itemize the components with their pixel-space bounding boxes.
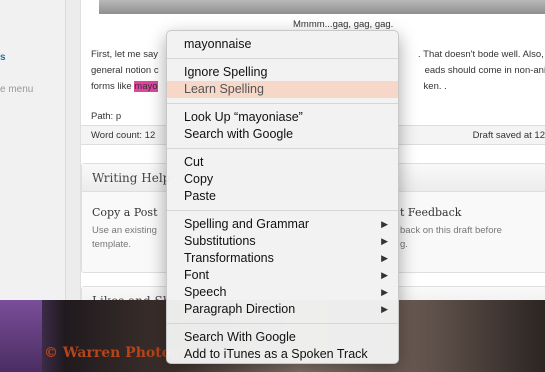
path-indicator: Path: p <box>91 111 122 122</box>
menu-separator <box>167 58 398 59</box>
copy-item[interactable]: Copy <box>167 171 398 188</box>
submenu-arrow-icon: ▶ <box>381 304 388 314</box>
admin-sidebar: s e menu <box>0 0 66 300</box>
submenu-arrow-icon: ▶ <box>381 270 388 280</box>
copy-post-title: Copy a Post <box>92 206 158 219</box>
submenu-arrow-icon: ▶ <box>381 253 388 263</box>
post-image <box>99 0 545 14</box>
cut-item[interactable]: Cut <box>167 154 398 171</box>
add-to-itunes-item[interactable]: Add to iTunes as a Spoken Track <box>167 346 398 363</box>
word-count: Word count: 12 <box>91 130 156 141</box>
context-menu: mayonnaise Ignore Spelling Learn Spellin… <box>166 30 399 364</box>
feedback-title: t Feedback <box>400 206 462 219</box>
menu-separator <box>167 210 398 211</box>
spelling-grammar-item[interactable]: Spelling and Grammar ▶ <box>167 216 398 233</box>
font-item[interactable]: Font ▶ <box>167 267 398 284</box>
suggestion-mayonnaise[interactable]: mayonnaise <box>167 36 398 53</box>
search-with-google-service-item[interactable]: Search With Google <box>167 329 398 346</box>
photo-edge <box>0 300 42 372</box>
collapse-menu-link[interactable]: e menu <box>0 84 33 95</box>
learn-spelling-item[interactable]: Learn Spelling <box>167 81 398 98</box>
transformations-item[interactable]: Transformations ▶ <box>167 250 398 267</box>
paste-item[interactable]: Paste <box>167 188 398 205</box>
draft-saved-status: Draft saved at 12 <box>472 130 545 141</box>
submenu-arrow-icon: ▶ <box>381 219 388 229</box>
ignore-spelling-item[interactable]: Ignore Spelling <box>167 64 398 81</box>
misspelled-word[interactable]: mayo <box>134 81 158 92</box>
menu-separator <box>167 323 398 324</box>
substitutions-item[interactable]: Substitutions ▶ <box>167 233 398 250</box>
menu-separator <box>167 148 398 149</box>
menu-separator <box>167 103 398 104</box>
speech-item[interactable]: Speech ▶ <box>167 284 398 301</box>
feedback-description: back on this draft before g. <box>400 225 502 250</box>
submenu-arrow-icon: ▶ <box>381 236 388 246</box>
image-caption: Mmmm...gag, gag, gag. <box>293 19 394 30</box>
sidebar-link[interactable]: s <box>0 52 6 63</box>
paragraph-direction-item[interactable]: Paragraph Direction ▶ <box>167 301 398 318</box>
search-with-google-item[interactable]: Search with Google <box>167 126 398 143</box>
submenu-arrow-icon: ▶ <box>381 287 388 297</box>
look-up-item[interactable]: Look Up “mayoniase” <box>167 109 398 126</box>
